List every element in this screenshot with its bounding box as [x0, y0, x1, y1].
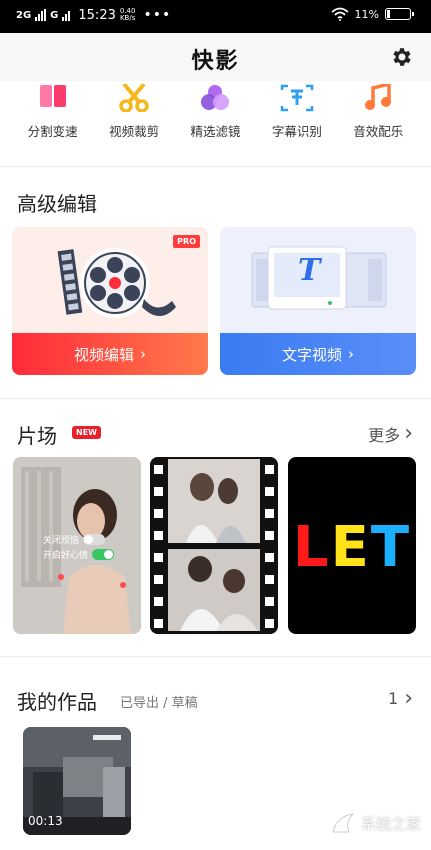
- new-badge: NEW: [72, 426, 101, 439]
- signal-icon: [35, 9, 47, 21]
- toggle-on-label: 开启好心情: [43, 551, 89, 561]
- toggle-row-on: 开启好心情: [43, 548, 115, 561]
- works-count: 1: [388, 689, 399, 708]
- film-strip-photo-art: [150, 457, 278, 634]
- text-video-card[interactable]: T 文字视频 ›: [220, 227, 416, 375]
- more-notifications-icon: •••: [143, 7, 172, 23]
- network-label: 2G: [16, 9, 32, 21]
- tool-label: 视频裁剪: [109, 124, 160, 139]
- music-icon: [358, 81, 398, 115]
- chevron-right-icon: ›: [404, 421, 413, 446]
- toggle-row-off: 关闭烦恼: [43, 533, 106, 546]
- network-speed: 0.40 KB/s: [120, 8, 136, 22]
- subtitle-icon: [277, 81, 317, 115]
- cinema-section-title: 片场: [17, 424, 57, 448]
- site-watermark: 系统之家: [331, 812, 421, 834]
- chevron-right-icon: ›: [348, 345, 354, 363]
- clock: 15:23: [78, 7, 116, 23]
- let-text-art: LET: [288, 515, 416, 580]
- more-label: 更多: [368, 426, 401, 445]
- signal-icon-2: [62, 9, 71, 21]
- watermark-logo-icon: [332, 813, 355, 833]
- speed-unit: KB/s: [119, 14, 136, 22]
- tool-subtitle-recognition[interactable]: 字幕识别: [258, 81, 336, 161]
- toggle-switch-off: [83, 534, 106, 545]
- wifi-icon: [330, 7, 349, 21]
- letter-t: T: [370, 515, 412, 580]
- more-link[interactable]: 更多 ›: [368, 422, 413, 446]
- quick-tools-row: 分割变速 视频裁剪 精选滤镜 字幕识别 音效配乐: [0, 81, 431, 161]
- work-item[interactable]: 00:13: [23, 727, 131, 835]
- text-video-button[interactable]: 文字视频 ›: [220, 333, 416, 375]
- divider: [0, 656, 431, 657]
- template-thumb-2[interactable]: [150, 457, 278, 634]
- tool-filters[interactable]: 精选滤镜: [176, 81, 254, 161]
- toggle-switch-on: [92, 549, 115, 560]
- status-bar: 2G G 15:23 0.40 KB/s ••• 11%: [0, 0, 431, 33]
- chevron-right-icon: ›: [404, 685, 413, 711]
- battery-icon: [385, 8, 414, 20]
- template-thumb-3[interactable]: LET: [288, 457, 416, 634]
- tool-sound-music[interactable]: 音效配乐: [339, 81, 417, 161]
- works-subtitle[interactable]: 已导出 / 草稿: [120, 692, 198, 711]
- filter-icon: [195, 81, 235, 115]
- tool-label: 音效配乐: [353, 124, 404, 139]
- work-duration: 00:13: [28, 814, 63, 828]
- tool-video-crop[interactable]: 视频裁剪: [95, 81, 173, 161]
- split-speed-icon: [33, 81, 73, 115]
- toggle-off-label: 关闭烦恼: [43, 536, 80, 546]
- tool-label: 字幕识别: [271, 124, 322, 139]
- settings-gear-icon[interactable]: [389, 45, 413, 69]
- chevron-right-icon: ›: [140, 345, 146, 363]
- tool-label: 分割变速: [27, 124, 78, 139]
- letter-e: E: [330, 515, 371, 580]
- video-edit-button[interactable]: 视频编辑 ›: [12, 333, 208, 375]
- text-video-label: 文字视频: [281, 345, 342, 364]
- app-header: 快影: [0, 33, 431, 81]
- battery-percent: 11%: [354, 7, 379, 21]
- video-edit-card[interactable]: PRO 视频编辑 ›: [12, 227, 208, 375]
- advanced-section-title: 高级编辑: [17, 192, 97, 216]
- template-thumb-1[interactable]: 关闭烦恼 开启好心情: [13, 457, 141, 634]
- letter-l: L: [292, 515, 331, 580]
- app-title: 快影: [191, 49, 240, 74]
- scissors-icon: [114, 81, 154, 115]
- works-count-link[interactable]: 1 ›: [388, 685, 413, 711]
- pro-badge: PRO: [173, 235, 200, 248]
- watermark-text: 系统之家: [360, 814, 421, 833]
- tool-split-speed[interactable]: 分割变速: [14, 81, 92, 161]
- tool-label: 精选滤镜: [190, 124, 241, 139]
- carrier-label: G: [50, 9, 59, 21]
- video-edit-label: 视频编辑: [73, 345, 134, 364]
- divider: [0, 398, 431, 399]
- my-works-title: 我的作品: [17, 690, 97, 714]
- text-art-letter: T: [298, 253, 321, 288]
- divider: [0, 166, 431, 167]
